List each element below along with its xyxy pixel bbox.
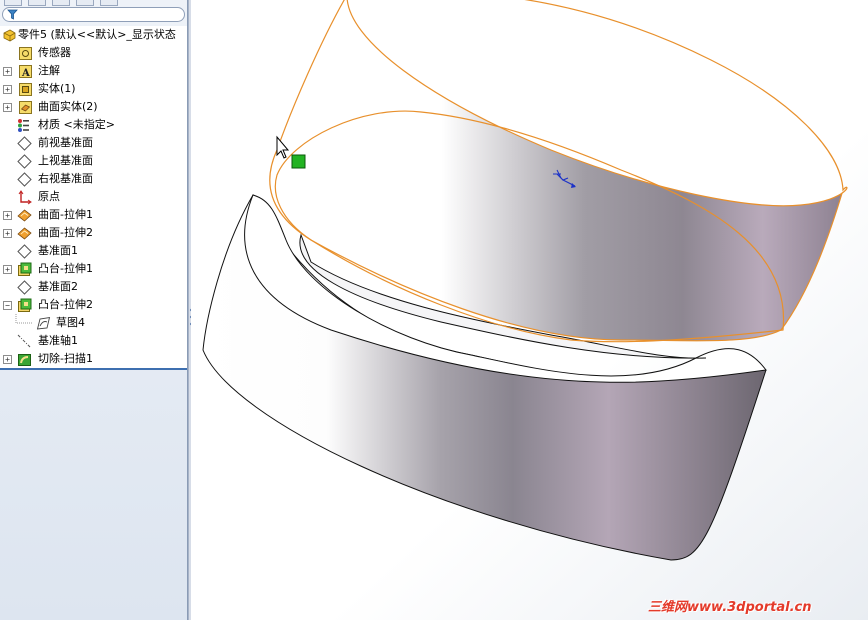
tree-item-label: 原点	[38, 190, 60, 203]
boss-extrude-icon	[18, 298, 32, 312]
tree-item-plane1[interactable]: 基准面1	[0, 242, 187, 260]
tree-item-sketch4[interactable]: 草图4	[0, 314, 187, 332]
tree-item-label: 草图4	[56, 316, 85, 329]
feature-tree: 零件5 (默认<<默认>_显示状态 传感器 + A 注解 + 实体(1) + 曲…	[0, 26, 187, 370]
filter-icon	[7, 9, 18, 20]
sensor-icon	[19, 47, 32, 60]
tree-item-sensors[interactable]: 传感器	[0, 44, 187, 62]
tree-item-label: 凸台-拉伸1	[38, 262, 93, 275]
graphics-viewport[interactable]	[191, 0, 868, 620]
tree-filter-input[interactable]	[2, 7, 185, 22]
watermark-text: 三维网www.3dportal.cn	[648, 600, 812, 615]
tree-item-label: 曲面-拉伸2	[38, 226, 93, 239]
expand-toggle[interactable]: +	[3, 103, 12, 112]
tree-item-label: 材质 <未指定>	[38, 118, 115, 131]
surface-bodies-icon	[19, 101, 32, 114]
tree-separator	[0, 368, 187, 370]
plane-icon	[17, 172, 32, 187]
plane-icon	[17, 136, 32, 151]
tree-item-label: 传感器	[38, 46, 71, 59]
tree-root-part[interactable]: 零件5 (默认<<默认>_显示状态	[0, 26, 187, 44]
collapse-toggle[interactable]: −	[3, 301, 12, 310]
tree-item-label: 曲面-拉伸1	[38, 208, 93, 221]
tab-dimxpert[interactable]	[76, 0, 94, 6]
expand-toggle[interactable]: +	[3, 67, 12, 76]
tree-item-label: 实体(1)	[38, 82, 76, 95]
tree-item-label: 基准面2	[38, 280, 78, 293]
material-icon	[18, 119, 29, 132]
tree-item-cut-sweep1[interactable]: + 切除-扫描1	[0, 350, 187, 368]
plane-icon	[17, 244, 32, 259]
tree-item-boss-extrude1[interactable]: + 凸台-拉伸1	[0, 260, 187, 278]
boss-extrude-icon	[18, 262, 32, 276]
expand-toggle[interactable]: +	[3, 211, 12, 220]
tree-item-front-plane[interactable]: 前视基准面	[0, 134, 187, 152]
plane-icon	[17, 280, 32, 295]
sketch-icon	[36, 316, 51, 330]
panel-tab-bar	[0, 0, 187, 6]
part-icon	[3, 29, 16, 42]
tree-item-axis1[interactable]: 基准轴1	[0, 332, 187, 350]
tree-item-label: 前视基准面	[38, 136, 93, 149]
tree-item-label: 右视基准面	[38, 172, 93, 185]
tab-property-manager[interactable]	[28, 0, 46, 6]
annotation-icon: A	[19, 65, 32, 79]
tree-root-label: 零件5 (默认<<默认>_显示状态	[18, 28, 176, 41]
tree-item-plane2[interactable]: 基准面2	[0, 278, 187, 296]
tab-feature-manager[interactable]	[4, 0, 22, 6]
tree-item-label: 切除-扫描1	[38, 352, 93, 365]
tree-item-surface-bodies[interactable]: + 曲面实体(2)	[0, 98, 187, 116]
tree-item-surface-extrude2[interactable]: + 曲面-拉伸2	[0, 224, 187, 242]
tree-item-label: 基准轴1	[38, 334, 78, 347]
surface-extrude-icon	[17, 209, 32, 222]
axis-icon	[17, 334, 32, 349]
tree-item-label: 注解	[38, 64, 60, 77]
tree-item-label: 基准面1	[38, 244, 78, 257]
tree-item-solid-bodies[interactable]: + 实体(1)	[0, 80, 187, 98]
expand-toggle[interactable]: +	[3, 355, 12, 364]
tree-item-surface-extrude1[interactable]: + 曲面-拉伸1	[0, 206, 187, 224]
plane-icon	[17, 154, 32, 169]
tree-item-boss-extrude2[interactable]: − 凸台-拉伸2	[0, 296, 187, 314]
tree-item-label: 上视基准面	[38, 154, 93, 167]
tab-configuration-manager[interactable]	[52, 0, 70, 6]
feature-manager-panel: 零件5 (默认<<默认>_显示状态 传感器 + A 注解 + 实体(1) + 曲…	[0, 0, 188, 620]
tree-item-top-plane[interactable]: 上视基准面	[0, 152, 187, 170]
tree-item-annotations[interactable]: + A 注解	[0, 62, 187, 80]
tab-display-manager[interactable]	[100, 0, 118, 6]
expand-toggle[interactable]: +	[3, 229, 12, 238]
tree-item-right-plane[interactable]: 右视基准面	[0, 170, 187, 188]
tree-connector-line	[15, 314, 32, 324]
svg-text:A: A	[21, 68, 30, 79]
origin-icon	[18, 190, 32, 205]
expand-toggle[interactable]: +	[3, 265, 12, 274]
tree-item-label: 凸台-拉伸2	[38, 298, 93, 311]
expand-toggle[interactable]: +	[3, 85, 12, 94]
tree-item-origin[interactable]: 原点	[0, 188, 187, 206]
selection-handle[interactable]	[291, 154, 306, 169]
cut-sweep-icon	[18, 354, 31, 366]
tree-item-label: 曲面实体(2)	[38, 100, 98, 113]
tree-item-material[interactable]: 材质 <未指定>	[0, 116, 187, 134]
solid-bodies-icon	[19, 83, 32, 96]
surface-extrude-icon	[17, 227, 32, 240]
